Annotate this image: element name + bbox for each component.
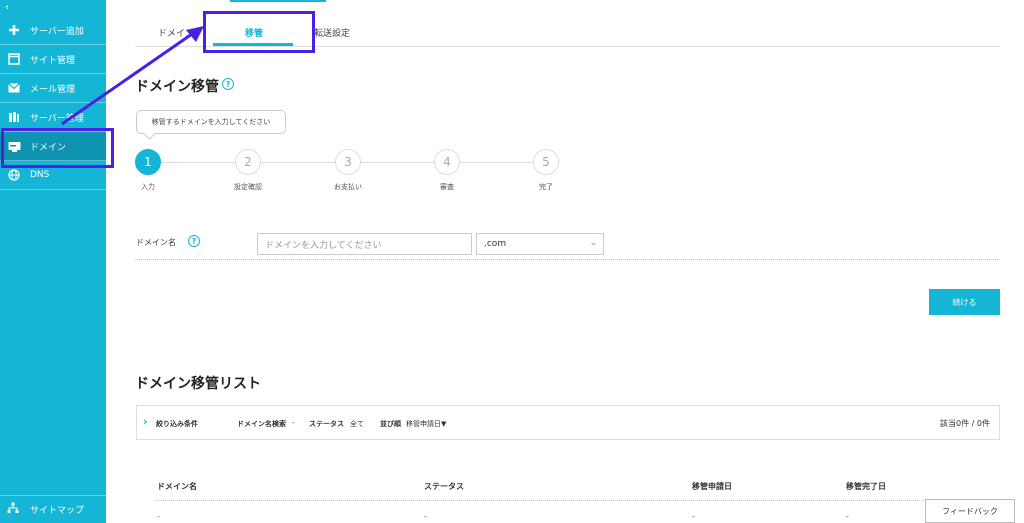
result-count: 該当0件 / 0件 [940,419,990,428]
table-divider [155,500,1000,501]
divider [135,259,1000,260]
column-header: 移管完了日 [846,482,886,491]
step-label: 審査 [440,183,454,191]
step-label: 完了 [539,183,553,191]
help-icon[interactable]: ? [222,78,234,90]
chevron-right-icon[interactable]: › [143,415,148,428]
list-title: ドメイン移管リスト [135,376,261,392]
domain-input[interactable]: ドメインを入力してください [257,233,472,255]
column-header: 移管申請日 [692,482,732,491]
step-3: 3 [335,149,361,175]
step-1: 1 [135,149,161,175]
table-cell: - [424,512,427,521]
filter-status-label: ステータス [309,420,344,428]
step-4: 4 [434,149,460,175]
column-header: ドメイン名 [157,482,197,491]
chevron-down-icon: ⌄ [589,238,597,248]
filter-sort-value[interactable]: 移管申請日▼ [406,419,446,429]
continue-button[interactable]: 続ける [929,289,1000,315]
tld-value: .com [484,239,507,249]
filter-search-label: ドメイン名検索 [237,420,286,428]
step-label: 設定確認 [234,183,262,191]
tooltip: 移管するドメインを入力してください [136,110,286,134]
help-icon[interactable]: ? [188,235,200,247]
feedback-button[interactable]: フィードバック [925,499,1015,523]
column-header: ステータス [424,482,464,491]
table-cell: - [157,512,160,521]
domain-name-label: ドメイン名 [136,238,176,247]
table-cell: - [846,512,849,521]
filter-bar[interactable]: › 絞り込み条件 ドメイン名検索 - ステータス 全て 並び順 移管申請日▼ 該… [136,405,1000,440]
table-cell: - [692,512,695,521]
filter-sort-label: 並び順 [380,420,401,428]
step-5: 5 [533,149,559,175]
filter-search-value: - [292,419,295,427]
step-2: 2 [235,149,261,175]
step-label: 入力 [141,183,155,191]
step-label: お支払い [334,183,362,191]
filter-toggle[interactable]: 絞り込み条件 [156,419,198,429]
filter-status-value: 全て [350,420,364,428]
tld-select[interactable]: .com ⌄ [476,233,604,255]
page-title: ドメイン移管 [135,79,219,95]
